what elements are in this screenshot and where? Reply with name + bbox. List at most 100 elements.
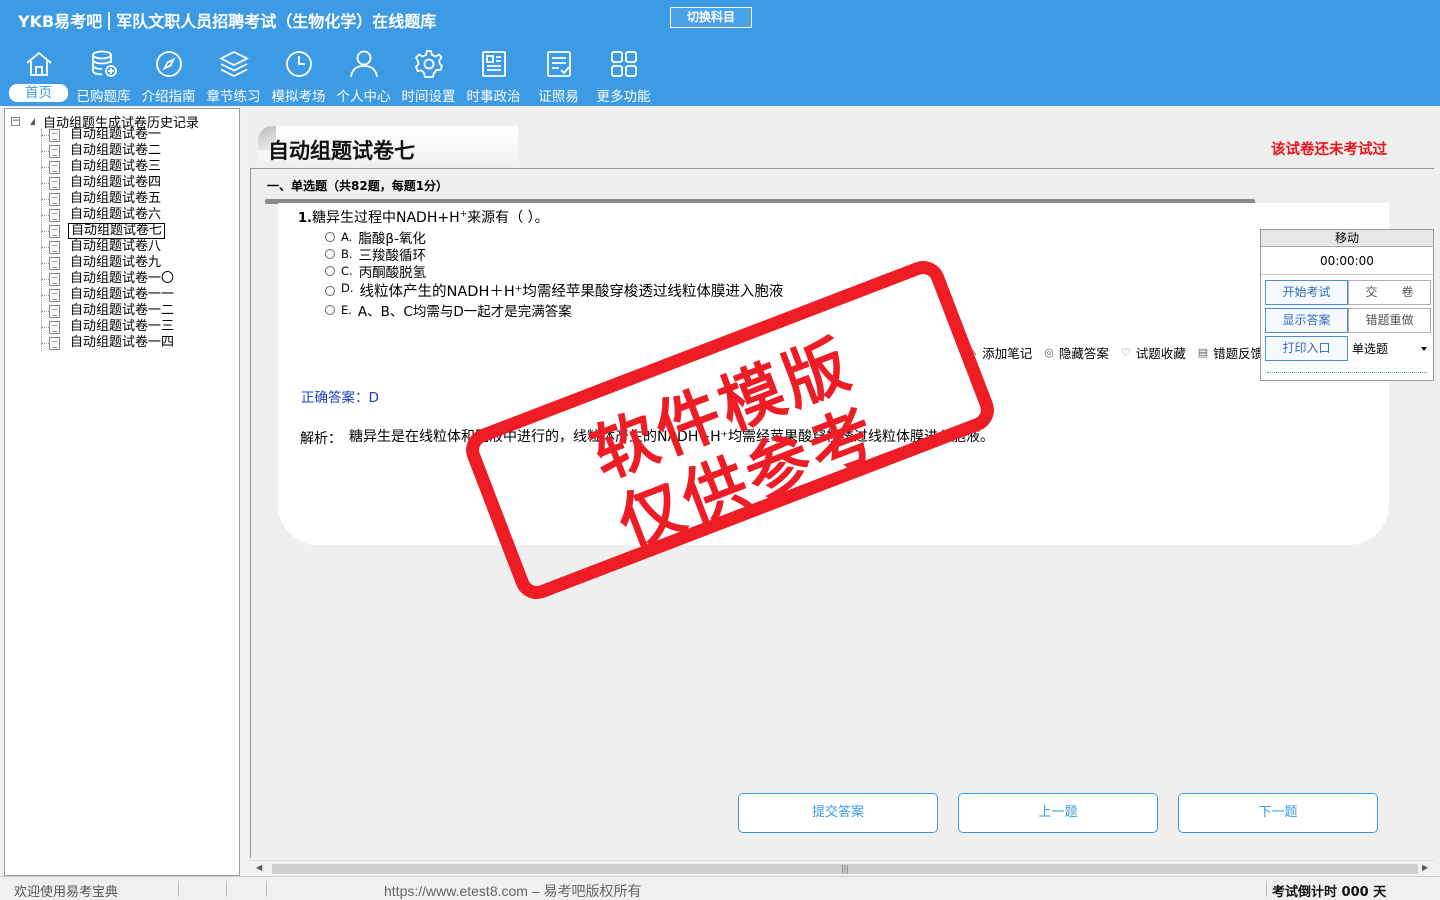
feedback-label: 错题反馈 [1213, 346, 1264, 361]
correct-answer: 正确答案：D [301, 386, 379, 406]
feedback-button[interactable]: ▤ 错题反馈 [1198, 343, 1263, 362]
tree-item-label: 自动组题试卷一二 [70, 303, 175, 318]
hide-answer-label: 隐藏答案 [1058, 346, 1109, 361]
tree-item[interactable]: 自动组题试卷八 [41, 239, 163, 255]
tree-item-label: 自动组题试卷三 [70, 159, 162, 174]
prev-question-button[interactable]: 上一题 [958, 793, 1158, 833]
document-icon [49, 240, 60, 254]
nav-personal-center[interactable]: 个人中心 [331, 48, 396, 106]
tree-item[interactable]: 自动组题试卷一四 [41, 335, 176, 351]
certificate-icon [546, 51, 571, 77]
exam-countdown: 考试倒计时 000 天 [1272, 885, 1387, 900]
nav-mock-exam[interactable]: 模拟考场 [266, 48, 331, 106]
scroll-right-icon[interactable]: ▶ [1422, 863, 1428, 872]
tree-item[interactable]: 自动组题试卷三 [41, 159, 163, 175]
option-d[interactable]: D. 线粒体产生的NADH＋H⁺均需经苹果酸穿梭透过线粒体膜进入胞液 [325, 280, 783, 301]
radio-c[interactable] [325, 266, 335, 276]
scroll-left-icon[interactable]: ◀ [256, 863, 262, 872]
add-note-button[interactable]: ✎ 添加笔记 [968, 343, 1032, 362]
move-handle[interactable]: 移动 [1261, 230, 1433, 247]
nav-guide[interactable]: 介绍指南 [136, 48, 201, 106]
status-copyright: https://www.etest8.com – 易考吧版权所有 [384, 883, 642, 899]
tree-item[interactable]: 自动组题试卷九 [41, 255, 163, 271]
tree-item-label: 自动组题试卷一 [70, 127, 162, 142]
tree-item-label: 自动组题试卷七 [68, 223, 166, 239]
tree-item[interactable]: 自动组题试卷五 [41, 191, 163, 207]
option-c-key: C. [341, 264, 353, 278]
start-exam-button[interactable]: 开始考试 [1265, 280, 1348, 305]
nav-time-settings-label: 时间设置 [401, 89, 456, 105]
nav-chapter-practice[interactable]: 章节练习 [201, 48, 266, 106]
status-divider [266, 881, 267, 897]
brand-divider [108, 12, 111, 30]
tree-item[interactable]: 自动组题试卷一 [41, 127, 163, 143]
tree-connector [41, 150, 49, 152]
tree-connector [41, 310, 49, 312]
tree-item-label: 自动组题试卷五 [70, 191, 162, 206]
database-icon [91, 50, 117, 77]
nav-home-label: 首页 [9, 84, 68, 102]
app-title: 军队文职人员招聘考试（生物化学）在线题库 [116, 12, 437, 31]
tree-connector [41, 198, 49, 200]
option-e[interactable]: E. A、B、C均需与D一起才是完满答案 [325, 300, 572, 320]
heart-icon: ♡ [1120, 346, 1131, 359]
tree-item-label: 自动组题试卷一一 [70, 287, 175, 302]
tree-item[interactable]: 自动组题试卷一〇 [41, 271, 176, 287]
nav-time-settings[interactable]: 时间设置 [396, 48, 461, 106]
show-answer-button[interactable]: 显示答案 [1265, 308, 1348, 333]
document-icon [49, 304, 60, 318]
nav-more[interactable]: 更多功能 [591, 48, 656, 106]
question-stem-suffix: 来源有（ ）。 [467, 210, 549, 226]
tree-item[interactable]: 自动组题试卷一一 [41, 287, 176, 303]
tree-item[interactable]: 自动组题试卷六 [41, 207, 163, 223]
nav-certificate[interactable]: 证照易 [526, 48, 591, 106]
document-icon [49, 144, 60, 158]
user-icon [349, 50, 378, 78]
submit-paper-button[interactable]: 交 卷 [1348, 280, 1431, 305]
tree-connector [41, 342, 49, 344]
app-brand: YKB易考吧 军队文职人员招聘考试（生物化学）在线题库 [18, 8, 436, 32]
switch-subject-button[interactable]: 切换科目 [670, 7, 752, 28]
control-panel-scrollbar[interactable] [1267, 372, 1427, 376]
next-question-button[interactable]: 下一题 [1178, 793, 1378, 833]
compass-icon [155, 51, 182, 77]
main-area: 自动组题试卷七 该试卷还未考试过 一、单选题（共82题，每题1分） 1.糖异生过… [244, 108, 1440, 876]
nav-personal-center-label: 个人中心 [336, 89, 391, 105]
print-button[interactable]: 打印入口 [1265, 336, 1348, 361]
document-icon [49, 256, 60, 270]
favorite-button[interactable]: ♡ 试题收藏 [1121, 343, 1186, 362]
option-c[interactable]: C. 丙酮酸脱氢 [325, 261, 426, 281]
tree-item[interactable]: 自动组题试卷一二 [41, 303, 176, 319]
redo-wrong-button[interactable]: 错题重做 [1348, 308, 1431, 333]
option-d-text: 线粒体产生的NADH＋H⁺均需经苹果酸穿梭透过线粒体膜进入胞液 [359, 284, 784, 300]
exam-title: 自动组题试卷七 [268, 139, 415, 163]
nav-current-affairs[interactable]: 时事政治 [461, 48, 526, 106]
nav-purchased[interactable]: 已购题库 [71, 48, 136, 106]
hide-answer-button[interactable]: ◎ 隐藏答案 [1044, 343, 1109, 362]
exam-control-panel: 移动 00:00:00 开始考试 交 卷 显示答案 错题重做 打印入口 单选题 [1260, 229, 1434, 381]
document-icon [49, 224, 60, 238]
collapse-icon[interactable]: − [11, 117, 20, 126]
horizontal-scrollbar[interactable]: ◀ ||| ▶ [250, 860, 1434, 876]
scrollbar-thumb[interactable]: ||| [272, 864, 1418, 874]
status-bar: 欢迎使用易考宝典 https://www.etest8.com – 易考吧版权所… [0, 876, 1440, 900]
nav-home[interactable]: 首页 [6, 48, 71, 106]
tree-connector [41, 134, 49, 136]
feedback-icon: ▤ [1197, 346, 1209, 359]
radio-b[interactable] [325, 249, 335, 259]
submit-answer-button[interactable]: 提交答案 [738, 793, 938, 833]
radio-d[interactable] [325, 285, 335, 296]
timer-display: 00:00:00 [1261, 247, 1433, 275]
tree-item[interactable]: 自动组题试卷七 [41, 223, 166, 239]
tree-item[interactable]: 自动组题试卷一三 [41, 319, 176, 335]
radio-e[interactable] [325, 305, 335, 315]
radio-a[interactable] [325, 232, 335, 242]
grid-icon [610, 51, 637, 77]
question-type-select[interactable]: 单选题 [1348, 336, 1431, 361]
tree-item[interactable]: 自动组题试卷二 [41, 143, 163, 159]
eye-icon: ◎ [1044, 346, 1054, 359]
tree-item-label: 自动组题试卷六 [70, 207, 162, 222]
tree-connector [41, 230, 49, 232]
control-row-2: 显示答案 错题重做 [1265, 308, 1431, 333]
tree-item[interactable]: 自动组题试卷四 [41, 175, 163, 191]
